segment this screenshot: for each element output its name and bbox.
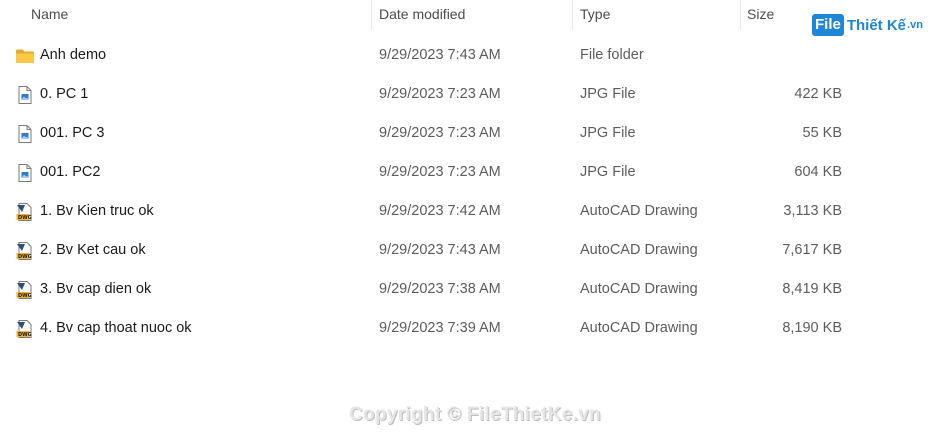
logo-tld-text: .vn [907,19,923,31]
column-header-date-modified[interactable]: Date modified [379,0,465,30]
file-date: 9/29/2023 7:38 AM [379,281,501,297]
file-date: 9/29/2023 7:23 AM [379,164,501,180]
file-row[interactable]: DWG 2. Bv Ket cau ok 9/29/2023 7:43 AM A… [0,231,950,270]
filethietke-logo: File Thiết Kế .vn [812,12,923,38]
file-row[interactable]: 001. PC 3 9/29/2023 7:23 AM JPG File 55 … [0,114,950,153]
file-type: AutoCAD Drawing [580,203,698,219]
file-type: JPG File [580,164,636,180]
column-header-type[interactable]: Type [580,0,610,30]
jpg-file-icon [18,125,32,143]
file-row[interactable]: Anh demo 9/29/2023 7:43 AM File folder [0,36,950,75]
file-size: 604 KB [794,164,842,180]
logo-brand-text: Thiết Kế [846,16,907,34]
column-divider[interactable] [740,0,741,30]
jpg-file-icon [18,164,32,182]
file-date: 9/29/2023 7:43 AM [379,242,501,258]
file-name: Anh demo [40,47,107,63]
file-size: 8,419 KB [782,281,842,297]
file-name: 2. Bv Ket cau ok [40,242,146,258]
svg-text:DWG: DWG [18,293,32,299]
file-row[interactable]: DWG 4. Bv cap thoat nuoc ok 9/29/2023 7:… [0,309,950,348]
folder-icon [16,49,34,63]
file-type: JPG File [580,125,636,141]
file-date: 9/29/2023 7:23 AM [379,125,501,141]
svg-text:DWG: DWG [18,254,32,260]
file-size: 7,617 KB [782,242,842,258]
dwg-file-icon: DWG [16,281,32,299]
file-type: File folder [580,47,644,63]
file-type: AutoCAD Drawing [580,320,698,336]
file-row[interactable]: 001. PC2 9/29/2023 7:23 AM JPG File 604 … [0,153,950,192]
dwg-file-icon: DWG [16,203,32,221]
file-size: 422 KB [794,86,842,102]
file-name: 0. PC 1 [40,86,89,102]
file-date: 9/29/2023 7:42 AM [379,203,501,219]
file-date: 9/29/2023 7:39 AM [379,320,501,336]
column-header-name[interactable]: Name [31,0,68,30]
column-divider[interactable] [371,0,372,30]
column-header-size[interactable]: Size [747,0,774,30]
column-divider[interactable] [572,0,573,30]
logo-file-text: File [812,14,844,36]
svg-text:DWG: DWG [18,215,32,221]
dwg-file-icon: DWG [16,242,32,260]
file-row[interactable]: 0. PC 1 9/29/2023 7:23 AM JPG File 422 K… [0,75,950,114]
file-size: 3,113 KB [783,203,842,219]
column-header: Name Date modified Type Size [0,0,950,30]
file-name: 1. Bv Kien truc ok [40,203,154,219]
file-type: AutoCAD Drawing [580,281,698,297]
file-name: 3. Bv cap dien ok [40,281,152,297]
file-type: JPG File [580,86,636,102]
file-size [700,36,842,75]
file-list: Anh demo 9/29/2023 7:43 AM File folder 0… [0,36,950,348]
file-row[interactable]: DWG 1. Bv Kien truc ok 9/29/2023 7:42 AM… [0,192,950,231]
copyright-watermark: Copyright © FileThietKe.vn [349,404,601,425]
dwg-file-icon: DWG [16,320,32,338]
file-date: 9/29/2023 7:23 AM [379,86,501,102]
file-size: 55 KB [802,125,843,141]
file-row[interactable]: DWG 3. Bv cap dien ok 9/29/2023 7:38 AM … [0,270,950,309]
file-date: 9/29/2023 7:43 AM [379,47,501,63]
file-name: 4. Bv cap thoat nuoc ok [40,320,192,336]
file-name: 001. PC2 [40,164,101,180]
file-name: 001. PC 3 [40,125,105,141]
svg-text:DWG: DWG [18,332,32,338]
file-type: AutoCAD Drawing [580,242,698,258]
file-size: 8,190 KB [782,320,842,336]
jpg-file-icon [18,86,32,104]
